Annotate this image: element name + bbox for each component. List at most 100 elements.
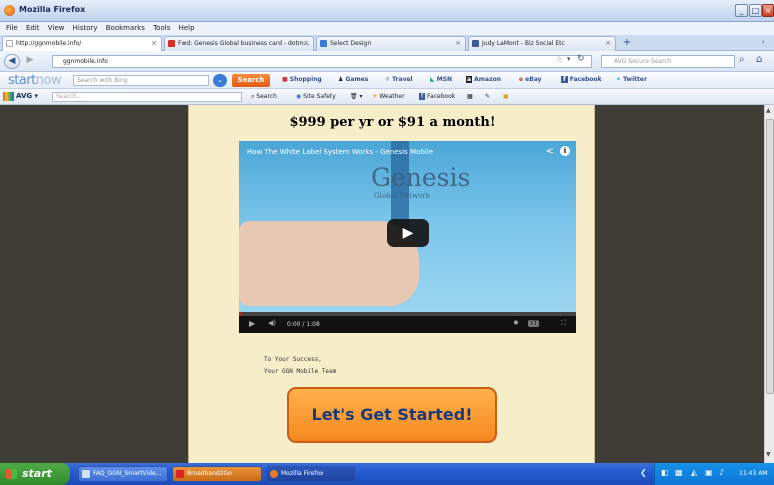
- menu-tools[interactable]: Tools: [153, 22, 170, 34]
- twitter-link[interactable]: ✦ Twitter: [616, 76, 647, 83]
- msn-link-label: MSN: [436, 76, 453, 83]
- startnow-logo[interactable]: startnow: [8, 73, 62, 88]
- weather-link[interactable]: ☀ Weather: [372, 93, 405, 100]
- taskbar-item-broadband2go[interactable]: Broadband2Go: [172, 466, 262, 482]
- amazon-link[interactable]: a Amazon: [466, 76, 501, 83]
- search-engine-dropdown[interactable]: ⌄: [213, 74, 227, 87]
- facebook-link[interactable]: f Facebook: [561, 76, 602, 83]
- tab-gmail[interactable]: Fwd: Genesis Global business card - dotm…: [164, 36, 314, 51]
- menu-history[interactable]: History: [73, 22, 98, 34]
- settings-gear-icon[interactable]: ✹: [513, 319, 519, 327]
- maximize-button[interactable]: □: [749, 4, 762, 17]
- page-icon: [6, 40, 13, 47]
- firefox-icon: [4, 5, 15, 16]
- games-icon: ♟: [338, 76, 344, 83]
- price-heading: $999 per yr or $91 a month!: [289, 115, 496, 130]
- signoff-line-2: Your GGN Mobile Team: [264, 368, 337, 375]
- bing-search-input[interactable]: Search with Bing: [73, 75, 209, 86]
- ebay-link[interactable]: e eBay: [519, 76, 542, 83]
- speaker-icon[interactable]: ◭: [691, 468, 697, 477]
- share-icon[interactable]: <: [546, 146, 554, 157]
- avg-facebook-link[interactable]: f Facebook: [419, 93, 455, 100]
- menu-file[interactable]: File: [6, 22, 18, 34]
- plane-icon: ✈: [385, 76, 391, 83]
- menu-help[interactable]: Help: [179, 22, 195, 34]
- clock[interactable]: 11:43 AM: [739, 470, 767, 477]
- tab-close-icon[interactable]: ×: [605, 37, 611, 50]
- taskbar-item-faq[interactable]: FAQ_GGN_SmartVide...: [78, 466, 168, 482]
- avg-tray-icon[interactable]: ▣: [705, 468, 713, 477]
- amazon-icon: a: [466, 76, 473, 83]
- avg-menu[interactable]: AVG ▾: [16, 92, 38, 100]
- bookmark-star-icon[interactable]: ☆: [556, 55, 563, 64]
- network-icon[interactable]: ◧: [661, 468, 669, 477]
- back-arrow-icon[interactable]: ◀: [4, 54, 20, 69]
- lets-get-started-button[interactable]: Let's Get Started!: [287, 387, 497, 443]
- menu-bookmarks[interactable]: Bookmarks: [106, 22, 145, 34]
- scroll-thumb[interactable]: [766, 119, 774, 394]
- close-button[interactable]: ×: [762, 4, 774, 17]
- dropdown-chevron-icon[interactable]: ▾: [567, 55, 571, 63]
- video-frame[interactable]: Genesis Global Network How The White Lab…: [239, 141, 576, 312]
- reload-icon[interactable]: ↻: [577, 54, 585, 64]
- vertical-scrollbar[interactable]: ▲ ▼: [764, 105, 774, 463]
- tools-icon[interactable]: ✎: [485, 93, 490, 100]
- play-icon[interactable]: ▶: [249, 319, 255, 328]
- youtube-logo-icon[interactable]: YT: [528, 320, 540, 327]
- url-text: ggnmobile.info: [63, 58, 108, 65]
- tab-select-design[interactable]: Select Design ×: [316, 36, 466, 51]
- shopping-link[interactable]: ■ Shopping: [282, 76, 322, 83]
- travel-link-label: Travel: [392, 76, 413, 83]
- travel-link[interactable]: ✈ Travel: [385, 76, 413, 83]
- home-icon[interactable]: ⌂: [756, 54, 762, 65]
- security-icon[interactable]: ▩: [675, 468, 683, 477]
- tab-close-icon[interactable]: ×: [151, 37, 157, 50]
- facebook-link-label: Facebook: [569, 76, 602, 83]
- gmail-icon: [168, 40, 175, 47]
- msn-link[interactable]: ◣ MSN: [430, 76, 452, 83]
- tab-close-icon[interactable]: ×: [455, 37, 461, 50]
- tab-close-icon[interactable]: ×: [303, 37, 309, 50]
- browser-search-input[interactable]: AVG Secure Search: [601, 55, 735, 68]
- menu-edit[interactable]: Edit: [26, 22, 40, 34]
- trash-icon[interactable]: 🗑 ▾: [350, 93, 363, 100]
- site-safety-link-label: Site Safety: [303, 93, 336, 100]
- site-safety-link[interactable]: ◉ Site Safety: [296, 93, 336, 100]
- volume-tray-icon[interactable]: ♪: [719, 468, 724, 477]
- calendar-icon[interactable]: ▦: [467, 93, 473, 100]
- menu-view[interactable]: View: [48, 22, 65, 34]
- forward-arrow-icon[interactable]: ▶: [22, 54, 38, 69]
- info-icon[interactable]: i: [560, 146, 570, 156]
- avg-facebook-link-label: Facebook: [427, 93, 456, 100]
- tab-ggnmobile[interactable]: http://ggnmobile.info/ ×: [2, 36, 162, 51]
- avg-search-link[interactable]: ⌕ Search: [251, 93, 277, 101]
- games-link[interactable]: ♟ Games: [338, 76, 368, 83]
- fullscreen-icon[interactable]: ⛶: [561, 319, 566, 328]
- youtube-video-player[interactable]: Genesis Global Network How The White Lab…: [239, 141, 576, 333]
- scroll-up-icon[interactable]: ▲: [766, 107, 771, 114]
- startnow-logo-now: now: [35, 73, 62, 88]
- tab-list-chevron-icon[interactable]: ›: [762, 38, 765, 46]
- video-title[interactable]: How The White Label System Works - Genes…: [247, 148, 433, 156]
- startnow-toolbar: startnow Search with Bing ⌄ Search ■ Sho…: [0, 72, 774, 89]
- tray-show-hidden-icon[interactable]: ❮: [640, 468, 647, 477]
- chat-icon[interactable]: ▣: [503, 93, 509, 100]
- tab-judy-lamont[interactable]: Judy LaMont - Biz Social Etc ×: [468, 36, 616, 51]
- tab-label: http://ggnmobile.info/: [16, 40, 82, 47]
- new-tab-button[interactable]: +: [620, 37, 634, 50]
- twitter-link-label: Twitter: [623, 76, 647, 83]
- taskbar-item-firefox[interactable]: Mozilla Firefox: [266, 466, 356, 482]
- taskbar-item-label: FAQ_GGN_SmartVide...: [93, 470, 162, 477]
- windows-logo-icon: [6, 469, 17, 479]
- magnifier-icon[interactable]: ⌕: [739, 54, 745, 65]
- avg-search-input[interactable]: Search...: [52, 92, 242, 102]
- search-placeholder: AVG Secure Search: [614, 58, 672, 65]
- weather-link-label: Weather: [379, 93, 405, 100]
- play-button[interactable]: ▶: [387, 219, 429, 247]
- minimize-button[interactable]: _: [735, 4, 748, 17]
- volume-icon[interactable]: ◀): [268, 319, 276, 327]
- scroll-down-icon[interactable]: ▼: [766, 451, 771, 458]
- url-bar[interactable]: ggnmobile.info: [52, 55, 592, 68]
- startnow-search-button[interactable]: Search: [232, 74, 270, 87]
- start-button[interactable]: start: [0, 463, 70, 485]
